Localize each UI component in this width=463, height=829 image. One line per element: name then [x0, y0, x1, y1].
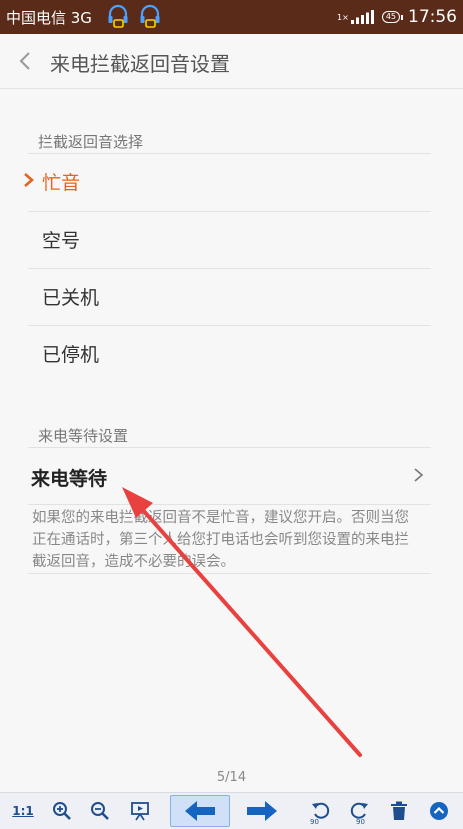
viewer-toolbar: 1:1 90 90	[0, 792, 463, 829]
actual-size-button[interactable]: 1:1	[8, 793, 38, 829]
prev-arrow-icon	[185, 801, 215, 821]
slideshow-icon	[131, 802, 149, 821]
delete-button[interactable]	[386, 793, 412, 829]
slideshow-button[interactable]	[126, 793, 154, 829]
rotate-right-label: 90	[356, 818, 365, 826]
prev-page-button[interactable]	[170, 795, 230, 827]
annotation-arrow	[122, 487, 362, 757]
zoom-out-button[interactable]	[86, 793, 114, 829]
next-page-button[interactable]	[240, 793, 284, 829]
scroll-up-button[interactable]	[426, 793, 452, 829]
zoom-in-button[interactable]	[48, 793, 76, 829]
scroll-up-icon	[430, 802, 448, 820]
page-indicator: 5/14	[216, 770, 247, 785]
delete-icon	[391, 801, 407, 820]
zoom-out-icon	[91, 802, 109, 820]
rotate-left-button[interactable]: 90	[306, 793, 336, 829]
rotate-right-button[interactable]: 90	[344, 793, 374, 829]
next-arrow-icon	[247, 801, 277, 821]
zoom-in-icon	[53, 802, 71, 820]
rotate-left-label: 90	[310, 818, 319, 826]
